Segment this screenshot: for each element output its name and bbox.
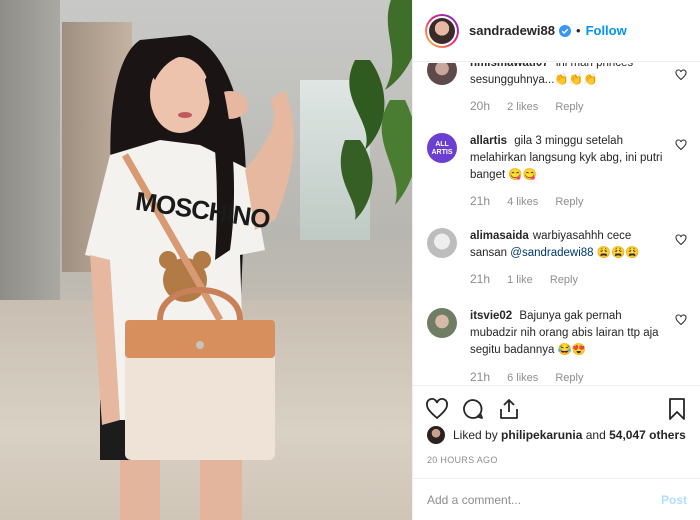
small-heart-icon[interactable] (675, 314, 687, 326)
action-bar (413, 385, 700, 431)
verified-badge-icon (559, 24, 571, 37)
liker-username[interactable]: philipekarunia (501, 428, 582, 442)
comment-meta: 21h 4 likes Reply (470, 194, 583, 208)
comment-text: nmismawati07 ini mah princes sesungguhny… (470, 63, 670, 89)
comments-list[interactable]: nmismawati07 ini mah princes sesungguhny… (413, 63, 700, 385)
commenter-username[interactable]: itsvie02 (470, 310, 512, 322)
comment-time[interactable]: 21h (470, 194, 490, 208)
comment-time[interactable]: 21h (470, 272, 490, 286)
comment-time[interactable]: 20h (470, 99, 490, 113)
liker-avatar[interactable] (427, 426, 445, 444)
author-avatar[interactable] (425, 13, 459, 48)
reply-button[interactable]: Reply (555, 196, 583, 208)
comment-likes[interactable]: 2 likes (507, 101, 538, 113)
comment-meta: 21h 6 likes Reply (470, 370, 583, 384)
comment-text: itsvie02 Bajunya gak pernah mubadzir nih… (470, 308, 670, 359)
heart-icon[interactable] (425, 397, 449, 421)
comment-time[interactable]: 21h (470, 370, 490, 384)
bookmark-icon[interactable] (665, 397, 689, 421)
commenter-username[interactable]: nmismawati07 (470, 63, 549, 69)
share-icon[interactable] (497, 397, 521, 421)
reply-button[interactable]: Reply (550, 274, 578, 286)
commenter-avatar[interactable] (427, 308, 457, 338)
commenter-avatar[interactable]: ALL ARTIS (427, 133, 457, 163)
likes-count[interactable]: 54,047 others (609, 428, 686, 442)
commenter-username[interactable]: allartis (470, 135, 507, 147)
comment-likes[interactable]: 6 likes (507, 372, 538, 384)
photo-woman (85, 35, 294, 520)
post-button[interactable]: Post (661, 493, 687, 507)
comment-icon[interactable] (461, 397, 485, 421)
small-heart-icon[interactable] (675, 234, 687, 246)
commenter-username[interactable]: alimasaida (470, 230, 529, 242)
post-photo[interactable]: MOSCHINO (0, 0, 412, 520)
likes-prefix: Liked by (453, 428, 498, 442)
comment-text: alimasaida warbiyasahhh cece sansan @sand… (470, 228, 670, 262)
comment-emoji: 😩😩😩 (593, 247, 640, 259)
comment-likes[interactable]: 4 likes (507, 196, 538, 208)
comment-meta: 21h 1 like Reply (470, 272, 578, 286)
photo-plant (340, 0, 412, 220)
small-heart-icon[interactable] (675, 69, 687, 81)
reply-button[interactable]: Reply (555, 101, 583, 113)
mention-link[interactable]: @sandradewi88 (510, 247, 593, 259)
comment-text: allartis gila 3 minggu setelah melahirka… (470, 133, 670, 184)
avatar-label: ALL ARTIS (431, 141, 453, 156)
commenter-avatar[interactable] (427, 228, 457, 258)
comment-likes[interactable]: 1 like (507, 274, 533, 286)
commenter-avatar[interactable] (427, 63, 457, 85)
header-separator: • (576, 23, 581, 38)
add-comment-bar: Post (413, 478, 700, 520)
post-header: sandradewi88 • Follow (413, 0, 700, 62)
post-timestamp[interactable]: 20 HOURS AGO (427, 455, 498, 465)
likes-summary: Liked by philipekarunia and 54,047 other… (427, 426, 686, 444)
author-username[interactable]: sandradewi88 (469, 23, 555, 38)
likes-middle: and (582, 428, 610, 442)
comment-input[interactable] (427, 492, 661, 507)
reply-button[interactable]: Reply (555, 372, 583, 384)
comment-meta: 20h 2 likes Reply (470, 99, 583, 113)
post-detail-panel: sandradewi88 • Follow nmismawati07 ini m… (412, 0, 700, 520)
small-heart-icon[interactable] (675, 139, 687, 151)
follow-button[interactable]: Follow (586, 23, 627, 38)
